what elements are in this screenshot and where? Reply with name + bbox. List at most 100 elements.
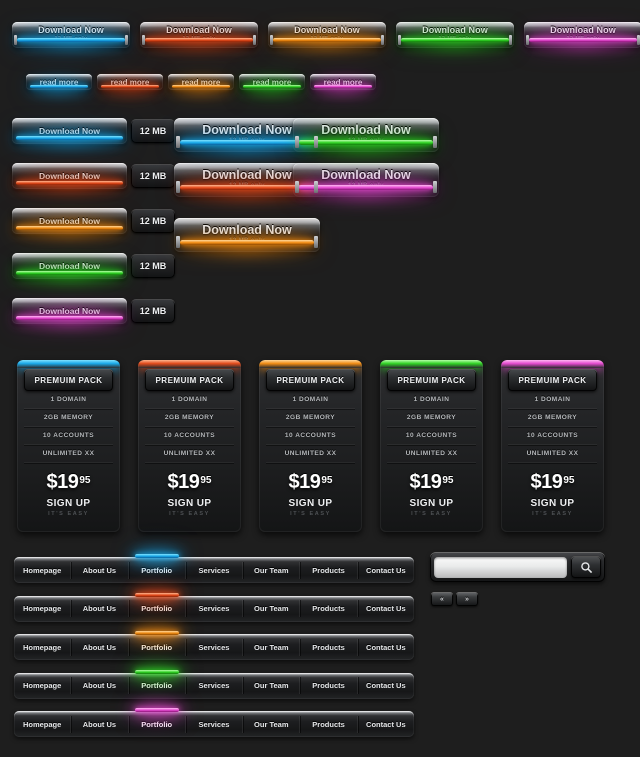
pricing-feature: 2GB MEMORY [387,409,476,427]
read-more-button-magenta[interactable]: read more [310,74,376,96]
filesize-badge-label: 12 MB [139,306,167,316]
nav-item-about-us[interactable]: About Us [71,638,129,656]
pricing-cta-sublabel: IT'S EASY [290,511,331,517]
navbar-bar: Homepage About Us Portfolio Services Our Tea… [14,557,414,583]
nav-item-contact-us[interactable]: Contact Us [358,677,414,694]
download-split-label: Download Now [39,171,100,181]
nav-item-products[interactable]: Products [300,715,358,733]
pricing-amount-whole: $19 [409,471,442,493]
pricing-cta-button[interactable]: SIGN UP [508,498,597,509]
pricing-feature: UNLIMITED XX [24,445,113,463]
filesize-badge-label: 12 MB [139,216,167,226]
search-box[interactable] [430,552,605,582]
glow-bar-amber [172,85,230,88]
nav-item-our-team[interactable]: Our Team [243,677,301,694]
nav-item-services[interactable]: Services [186,600,244,617]
download-wide-button-amber[interactable]: Download Now12 MB only [268,22,386,54]
nav-item-homepage[interactable]: Homepage [14,715,72,733]
nav-item-our-team[interactable]: Our Team [243,715,301,733]
nav-item-about-us[interactable]: About Us [71,600,129,617]
pricing-cta-button[interactable]: SIGN UP [24,498,113,509]
nav-item-contact-us[interactable]: Contact Us [358,639,414,656]
end-cap-right [314,236,318,248]
split-main[interactable]: Download Now [12,298,127,331]
nav-item-homepage[interactable]: Homepage [14,638,72,656]
filesize-badge: 12 MB [131,254,175,278]
pricing-card-magenta: PREMUIM PACK 1 DOMAIN 2GB MEMORY 10 ACCOUNT… [501,360,604,532]
read-more-button-green[interactable]: read more [239,74,305,96]
split-main[interactable]: Download Now [12,163,127,196]
glow-bar-red [145,38,253,42]
nav-item-products[interactable]: Products [300,600,358,617]
nav-item-products[interactable]: Products [300,561,358,579]
pager-prev-button[interactable]: « [431,592,453,606]
download-wide-button-blue[interactable]: Download Now12 MB only [12,22,130,54]
end-cap-right [433,181,437,193]
nav-item-products[interactable]: Products [300,638,358,656]
nav-active-glow-halo-red [122,585,191,608]
pricing-amount: $1995 [387,471,476,494]
split-main[interactable]: Download Now [12,208,127,241]
read-more-button-red[interactable]: read more [97,74,163,96]
nav-item-contact-us[interactable]: Contact Us [358,716,414,733]
nav-item-services[interactable]: Services [186,638,244,656]
card-top-glow-green [380,360,483,368]
download-split-button-blue[interactable]: Download Now 12 MB [12,118,175,151]
pricing-card-header: PREMUIM PACK [266,369,355,391]
nav-item-about-us[interactable]: About Us [71,677,129,694]
pricing-feature: 10 ACCOUNTS [387,427,476,445]
nav-item-homepage[interactable]: Homepage [14,600,72,617]
pager-next-button[interactable]: » [456,592,478,606]
download-wide-label: Download Now [550,25,616,35]
download-medium-button-amber[interactable]: Download Now12 MB only [174,218,320,260]
glow-bar-blue [17,38,125,42]
download-wide-button-green[interactable]: Download Now12 MB only [396,22,514,54]
nav-item-our-team[interactable]: Our Team [243,638,301,656]
pricing-card-header: PREMUIM PACK [145,369,234,391]
filesize-badge: 12 MB [131,209,175,233]
download-split-button-red[interactable]: Download Now 12 MB [12,163,175,196]
search-submit-button[interactable] [571,556,601,578]
split-main[interactable]: Download Now [12,118,127,151]
nav-item-our-team[interactable]: Our Team [243,600,301,617]
pricing-cta-button[interactable]: SIGN UP [145,498,234,509]
pricing-cta-button[interactable]: SIGN UP [266,498,355,509]
download-wide-label: Download Now [166,25,232,35]
pager-next-label: » [465,595,469,603]
download-split-button-green[interactable]: Download Now 12 MB [12,253,175,286]
pricing-cta-label: SIGN UP [167,498,212,509]
end-cap-left [176,181,180,193]
pricing-amount-cents: 95 [200,475,212,486]
nav-item-homepage[interactable]: Homepage [14,561,72,579]
split-main[interactable]: Download Now [12,253,127,286]
download-split-button-magenta[interactable]: Download Now 12 MB [12,298,175,331]
download-split-label: Download Now [39,306,100,316]
nav-item-homepage[interactable]: Homepage [14,677,72,694]
card-top-glow-amber [259,360,362,368]
download-wide-label: Download Now [38,25,104,35]
download-wide-button-red[interactable]: Download Now12 MB only [140,22,258,54]
nav-item-about-us[interactable]: About Us [71,561,129,579]
download-medium-label: Download Now [321,168,411,182]
pricing-cta-button[interactable]: SIGN UP [387,498,476,509]
nav-item-services[interactable]: Services [186,715,244,733]
nav-item-about-us[interactable]: About Us [71,715,129,733]
read-more-button-blue[interactable]: read more [26,74,92,96]
nav-item-contact-us[interactable]: Contact Us [358,562,414,579]
pricing-amount-cents: 95 [79,475,91,486]
pricing-feature: 1 DOMAIN [266,391,355,409]
read-more-button-amber[interactable]: read more [168,74,234,96]
pricing-cta-label: SIGN UP [530,498,575,509]
pricing-amount-whole: $19 [530,471,563,493]
end-cap-left [176,136,180,148]
nav-item-services[interactable]: Services [186,561,244,579]
search-input[interactable] [434,556,567,578]
nav-item-contact-us[interactable]: Contact Us [358,600,414,617]
download-wide-button-magenta[interactable]: Download Now12 MB only [524,22,640,54]
nav-item-products[interactable]: Products [300,677,358,694]
nav-item-services[interactable]: Services [186,677,244,694]
nav-active-indicator-magenta [134,708,179,712]
download-split-button-amber[interactable]: Download Now 12 MB [12,208,175,241]
download-split-label: Download Now [39,261,100,271]
nav-item-our-team[interactable]: Our Team [243,561,301,579]
